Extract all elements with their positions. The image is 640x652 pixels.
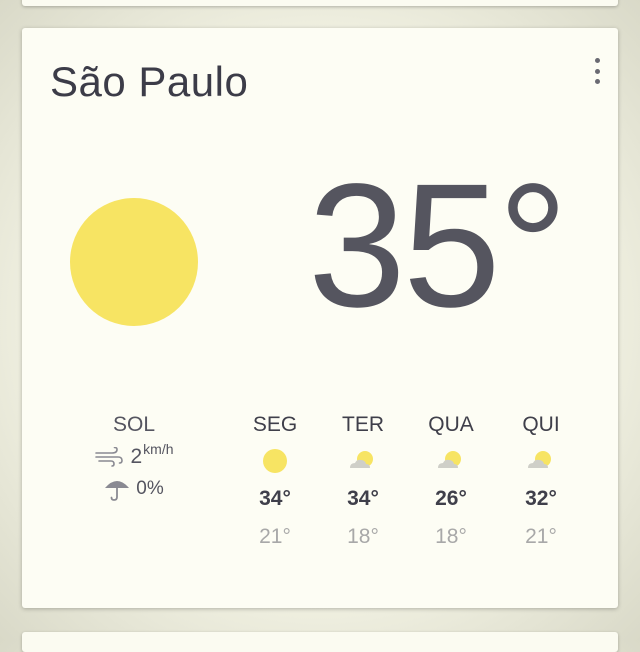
forecast-day[interactable]: QUA 26° 18° bbox=[416, 413, 486, 549]
weather-card: São Paulo 35° SOL 2 km/h 0% SEG 34° 21° … bbox=[22, 28, 618, 608]
next-card-edge bbox=[22, 632, 618, 652]
forecast-day[interactable]: TER 34° 18° bbox=[328, 413, 398, 549]
forecast-low: 21° bbox=[525, 525, 557, 548]
forecast-day-name: QUA bbox=[428, 413, 474, 436]
previous-card-edge bbox=[22, 0, 618, 6]
partly-cloudy-icon bbox=[438, 451, 461, 468]
city-name: São Paulo bbox=[50, 58, 249, 105]
forecast-high: 32° bbox=[525, 487, 557, 510]
forecast-high: 34° bbox=[347, 487, 379, 510]
forecast-low: 18° bbox=[435, 525, 467, 548]
forecast-list: SEG 34° 21° TER 34° 18° QUA 26° 18° QUI … bbox=[22, 413, 618, 573]
forecast-day[interactable]: QUI 32° 21° bbox=[506, 413, 576, 549]
partly-cloudy-icon bbox=[350, 451, 373, 468]
forecast-day-name: TER bbox=[342, 413, 384, 436]
partly-cloudy-icon bbox=[528, 451, 551, 468]
sun-icon bbox=[263, 449, 287, 473]
forecast-high: 34° bbox=[259, 487, 291, 510]
more-options-icon[interactable] bbox=[590, 56, 604, 86]
forecast-low: 18° bbox=[347, 525, 379, 548]
forecast-day-name: SEG bbox=[252, 413, 298, 436]
sun-icon bbox=[70, 198, 198, 326]
forecast-high: 26° bbox=[435, 487, 467, 510]
forecast-day[interactable]: SEG 34° 21° bbox=[240, 413, 310, 549]
forecast-day-name: QUI bbox=[522, 413, 560, 436]
forecast-low: 21° bbox=[259, 525, 291, 548]
current-temperature: 35° bbox=[308, 148, 568, 344]
